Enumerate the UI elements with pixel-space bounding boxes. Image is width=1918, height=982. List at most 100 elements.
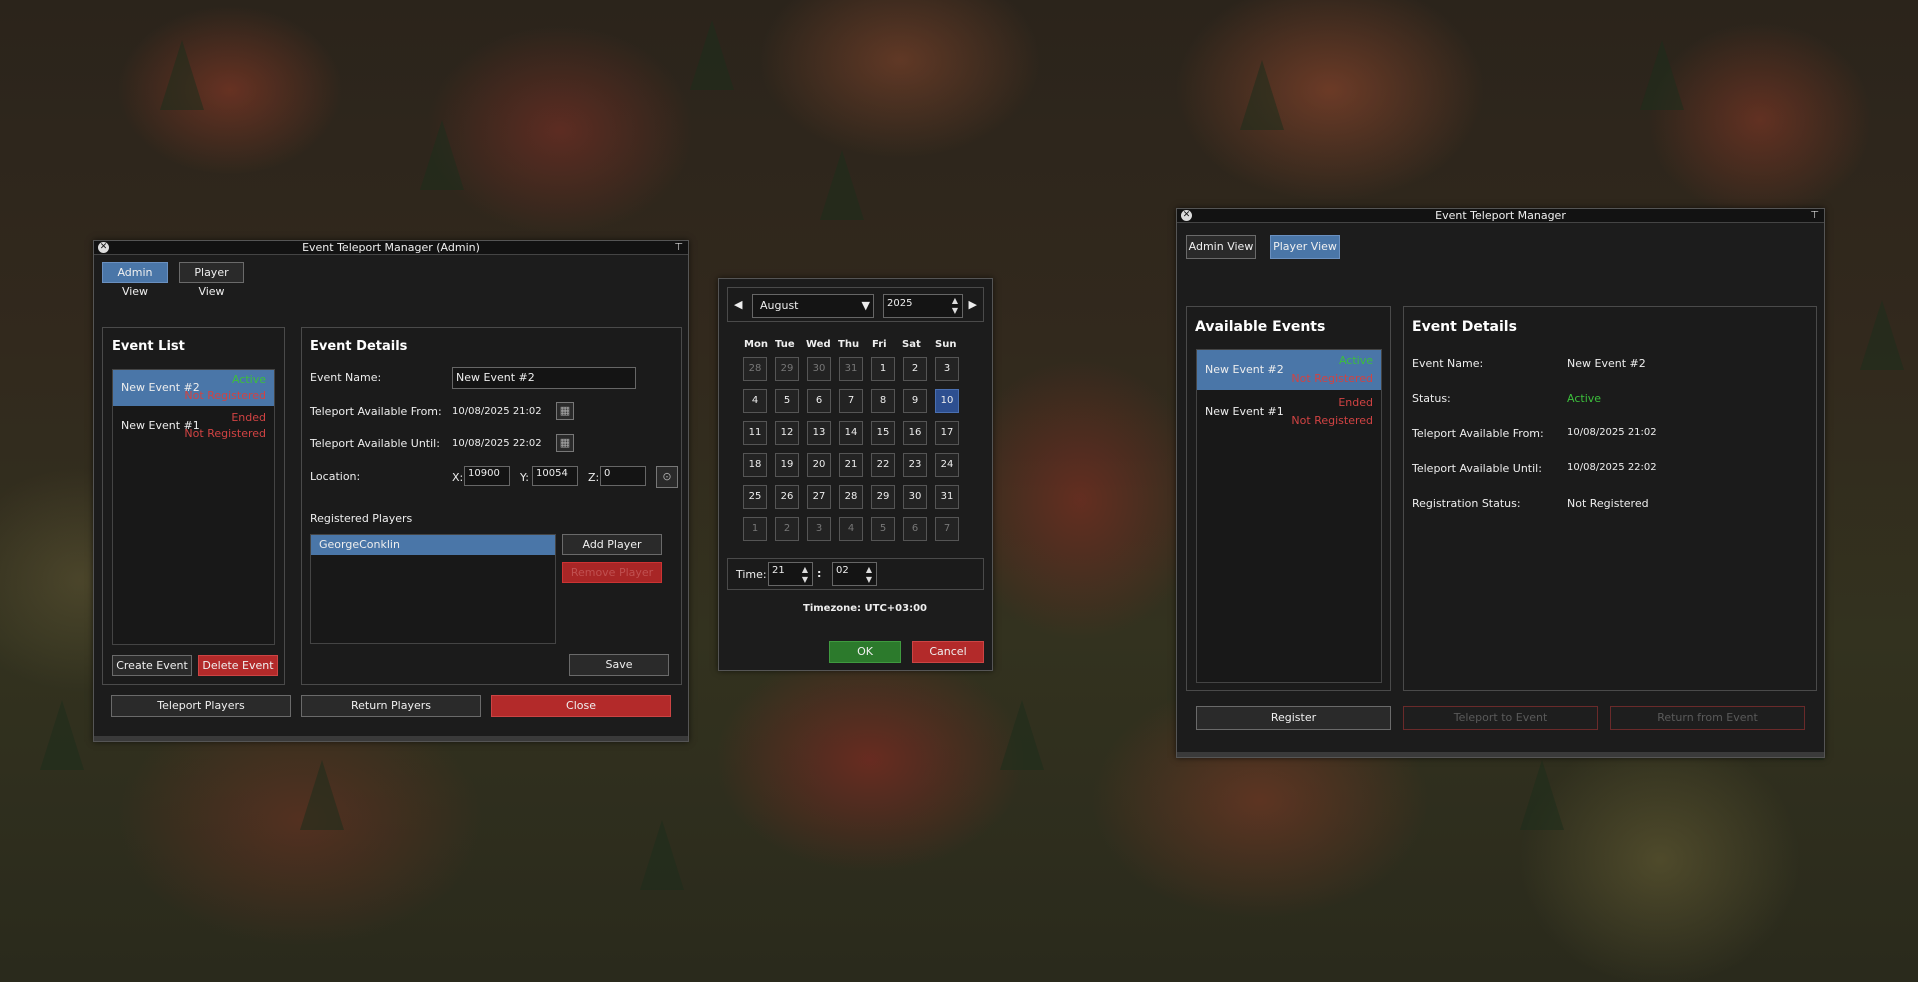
- player-name: GeorgeConklin: [319, 538, 400, 551]
- calendar-day[interactable]: 28: [839, 485, 863, 509]
- event-registration: Not Registered: [1291, 414, 1373, 427]
- calendar-day[interactable]: 1: [871, 357, 895, 381]
- calendar-day[interactable]: 24: [935, 453, 959, 477]
- calendar-day[interactable]: 3: [807, 517, 831, 541]
- calendar-icon[interactable]: ▦: [556, 402, 574, 420]
- calendar-day[interactable]: 27: [807, 485, 831, 509]
- spin-down-icon[interactable]: ▼: [952, 307, 958, 315]
- calendar-day[interactable]: 29: [871, 485, 895, 509]
- tab-admin-view[interactable]: Admin View: [1186, 235, 1256, 259]
- close-icon[interactable]: ✕: [98, 242, 109, 253]
- calendar-day[interactable]: 31: [839, 357, 863, 381]
- calendar-day[interactable]: 29: [775, 357, 799, 381]
- list-item[interactable]: New Event #2 Active Not Registered: [1197, 350, 1381, 390]
- calendar-day[interactable]: 19: [775, 453, 799, 477]
- list-item[interactable]: New Event #2 Active Not Registered: [113, 370, 274, 406]
- event-name-input[interactable]: New Event #2: [452, 367, 636, 389]
- return-from-event-button[interactable]: Return from Event: [1610, 706, 1805, 730]
- calendar-day[interactable]: 5: [775, 389, 799, 413]
- month-select[interactable]: August ▼: [752, 294, 874, 318]
- calendar-day[interactable]: 31: [935, 485, 959, 509]
- calendar-day[interactable]: 2: [775, 517, 799, 541]
- teleport-players-button[interactable]: Teleport Players: [111, 695, 291, 717]
- from-value: 10/08/2025 21:02: [452, 406, 542, 417]
- calendar-day[interactable]: 11: [743, 421, 767, 445]
- calendar-day[interactable]: 12: [775, 421, 799, 445]
- return-players-button[interactable]: Return Players: [301, 695, 481, 717]
- calendar-day[interactable]: 3: [935, 357, 959, 381]
- close-icon[interactable]: ✕: [1181, 210, 1192, 221]
- spin-up-icon[interactable]: ▲: [802, 566, 808, 574]
- calendar-day[interactable]: 15: [871, 421, 895, 445]
- calendar-day[interactable]: 5: [871, 517, 895, 541]
- calendar-day[interactable]: 6: [903, 517, 927, 541]
- calendar-day[interactable]: 1: [743, 517, 767, 541]
- event-registration: Not Registered: [184, 427, 266, 440]
- remove-player-button[interactable]: Remove Player: [562, 562, 662, 583]
- save-button[interactable]: Save: [569, 654, 669, 676]
- admin-titlebar[interactable]: ✕ Event Teleport Manager (Admin) ⊤: [94, 241, 688, 255]
- calendar-day[interactable]: 4: [743, 389, 767, 413]
- spin-down-icon[interactable]: ▼: [802, 576, 808, 584]
- list-item[interactable]: New Event #1 Ended Not Registered: [1197, 392, 1381, 432]
- event-details-panel: Event Details Event Name: New Event #2 T…: [301, 327, 682, 685]
- register-button[interactable]: Register: [1196, 706, 1391, 730]
- calendar-day[interactable]: 6: [807, 389, 831, 413]
- window-bottom-bar: [1177, 752, 1824, 757]
- pin-icon[interactable]: ⊤: [1810, 209, 1819, 222]
- calendar-day[interactable]: 23: [903, 453, 927, 477]
- calendar-day[interactable]: 21: [839, 453, 863, 477]
- calendar-day[interactable]: 28: [743, 357, 767, 381]
- tab-player-view[interactable]: Player View: [179, 262, 244, 298]
- pin-icon[interactable]: ⊤: [674, 241, 683, 254]
- calendar-day[interactable]: 18: [743, 453, 767, 477]
- calendar-day[interactable]: 10: [935, 389, 959, 413]
- calendar-day[interactable]: 20: [807, 453, 831, 477]
- list-item[interactable]: New Event #1 Ended Not Registered: [113, 408, 274, 444]
- year-spinner[interactable]: 2025 ▲ ▼: [883, 294, 963, 318]
- create-event-button[interactable]: Create Event: [112, 655, 192, 676]
- calendar-icon[interactable]: ▦: [556, 434, 574, 452]
- cancel-button[interactable]: Cancel: [912, 641, 984, 663]
- from-label: Teleport Available From:: [1412, 427, 1544, 440]
- calendar-day[interactable]: 13: [807, 421, 831, 445]
- calendar-day[interactable]: 14: [839, 421, 863, 445]
- y-input[interactable]: 10054: [532, 466, 578, 486]
- z-input[interactable]: 0: [600, 466, 646, 486]
- location-pin-icon[interactable]: ⊙: [656, 466, 678, 488]
- calendar-day[interactable]: 9: [903, 389, 927, 413]
- calendar-day[interactable]: 2: [903, 357, 927, 381]
- calendar-day[interactable]: 7: [839, 389, 863, 413]
- calendar-day[interactable]: 16: [903, 421, 927, 445]
- registration-status-label: Registration Status:: [1412, 497, 1521, 510]
- spin-up-icon[interactable]: ▲: [952, 297, 958, 305]
- calendar-day[interactable]: 30: [807, 357, 831, 381]
- time-label: Time:: [736, 568, 767, 581]
- spin-up-icon[interactable]: ▲: [866, 566, 872, 574]
- calendar-day[interactable]: 26: [775, 485, 799, 509]
- calendar-day[interactable]: 22: [871, 453, 895, 477]
- calendar-day[interactable]: 7: [935, 517, 959, 541]
- calendar-day[interactable]: 4: [839, 517, 863, 541]
- list-item[interactable]: GeorgeConklin: [311, 535, 555, 555]
- calendar-day[interactable]: 25: [743, 485, 767, 509]
- minute-spinner[interactable]: 02 ▲ ▼: [832, 562, 877, 586]
- x-input[interactable]: 10900: [464, 466, 510, 486]
- add-player-button[interactable]: Add Player: [562, 534, 662, 555]
- close-button[interactable]: Close: [491, 695, 671, 717]
- next-month-icon[interactable]: ▶: [969, 298, 977, 311]
- calendar-day[interactable]: 30: [903, 485, 927, 509]
- calendar-day[interactable]: 8: [871, 389, 895, 413]
- delete-event-button[interactable]: Delete Event: [198, 655, 278, 676]
- tab-player-view[interactable]: Player View: [1270, 235, 1340, 259]
- prev-month-icon[interactable]: ◀: [734, 298, 742, 311]
- calendar-day[interactable]: 17: [935, 421, 959, 445]
- hour-spinner[interactable]: 21 ▲ ▼: [768, 562, 813, 586]
- tab-admin-view[interactable]: Admin View: [102, 262, 168, 298]
- until-label: Teleport Available Until:: [310, 437, 440, 450]
- ok-button[interactable]: OK: [829, 641, 901, 663]
- date-picker-window: ◀ August ▼ 2025 ▲ ▼ ▶ Mon Tue Wed Thu Fr…: [718, 278, 993, 671]
- player-titlebar[interactable]: ✕ Event Teleport Manager ⊤: [1177, 209, 1824, 223]
- teleport-to-event-button[interactable]: Teleport to Event: [1403, 706, 1598, 730]
- spin-down-icon[interactable]: ▼: [866, 576, 872, 584]
